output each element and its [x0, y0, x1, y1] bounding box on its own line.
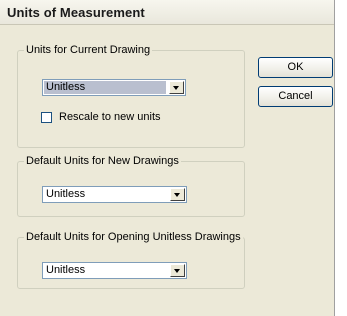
- chevron-down-icon: [173, 86, 179, 90]
- new-drawings-legend: Default Units for New Drawings: [26, 155, 179, 167]
- opening-unitless-units-select[interactable]: Unitless: [42, 262, 187, 279]
- opening-unitless-units-value: Unitless: [46, 264, 86, 276]
- chevron-down-icon: [174, 269, 180, 273]
- rescale-checkbox[interactable]: [41, 112, 52, 123]
- current-units-value: Unitless: [44, 81, 166, 94]
- opening-unitless-group: Default Units for Opening Unitless Drawi…: [17, 231, 245, 289]
- new-drawings-units-select[interactable]: Unitless: [42, 186, 187, 203]
- current-drawing-legend: Units for Current Drawing: [26, 44, 151, 56]
- cancel-button[interactable]: Cancel: [258, 86, 333, 107]
- title-bar: Units of Measurement: [0, 0, 334, 25]
- current-units-select[interactable]: Unitless: [42, 79, 186, 96]
- new-drawings-units-value: Unitless: [46, 188, 86, 200]
- opening-unitless-dropdown-button[interactable]: [170, 264, 185, 277]
- rescale-checkbox-label[interactable]: Rescale to new units: [59, 111, 161, 123]
- units-dialog: Units of Measurement Units for Current D…: [0, 0, 335, 316]
- ok-button[interactable]: OK: [258, 57, 333, 78]
- chevron-down-icon: [174, 193, 180, 197]
- current-units-dropdown-button[interactable]: [169, 81, 184, 94]
- current-drawing-group: Units for Current Drawing: [17, 44, 245, 148]
- dialog-title: Units of Measurement: [7, 5, 145, 20]
- opening-unitless-legend: Default Units for Opening Unitless Drawi…: [26, 231, 241, 243]
- new-drawings-dropdown-button[interactable]: [170, 188, 185, 201]
